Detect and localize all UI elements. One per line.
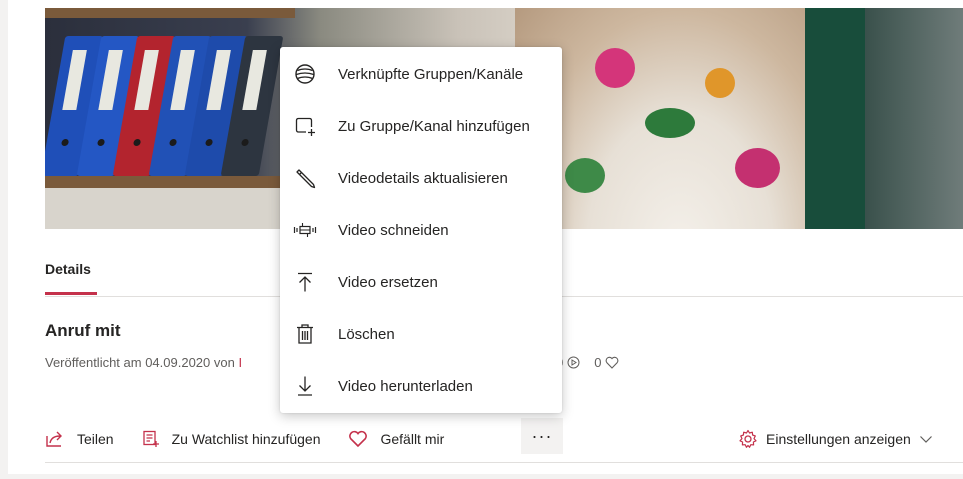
shelf-papers: [45, 188, 295, 229]
pencil-icon: [293, 166, 317, 190]
menu-item-label: Zu Gruppe/Kanal hinzufügen: [338, 117, 530, 135]
tab-active-indicator: [45, 292, 97, 295]
watchlist-label: Zu Watchlist hinzufügen: [171, 431, 321, 447]
settings-gear-icon: [738, 429, 758, 449]
menu-item-label: Video herunterladen: [338, 377, 473, 395]
trash-icon: [293, 322, 317, 346]
menu-item-add-to-group[interactable]: Zu Gruppe/Kanal hinzufügen: [280, 100, 562, 152]
trim-icon: [293, 218, 317, 242]
shelf-top: [45, 8, 295, 18]
settings-label: Einstellungen anzeigen: [766, 431, 911, 447]
menu-item-label: Video ersetzen: [338, 273, 438, 291]
share-button[interactable]: Teilen: [45, 430, 114, 448]
add-to-group-icon: [293, 114, 317, 138]
menu-item-linked-groups[interactable]: Verknüpfte Gruppen/Kanäle: [280, 48, 562, 100]
upload-replace-icon: [293, 270, 317, 294]
more-options-menu: Verknüpfte Gruppen/Kanäle Zu Gruppe/Kana…: [280, 47, 562, 413]
menu-item-update-details[interactable]: Videodetails aktualisieren: [280, 152, 562, 204]
action-bar: Teilen Zu Watchlist hinzufügen Gefällt m…: [45, 424, 472, 454]
watchlist-icon: [142, 430, 160, 448]
author-link[interactable]: I: [238, 355, 242, 370]
menu-item-label: Verknüpfte Gruppen/Kanäle: [338, 65, 524, 83]
person-figure: [515, 8, 845, 229]
divider: [45, 462, 963, 463]
download-icon: [293, 374, 317, 398]
heart-icon: [348, 430, 368, 448]
video-stats: 0 0: [556, 355, 619, 370]
view-settings-button[interactable]: Einstellungen anzeigen: [738, 424, 933, 454]
menu-item-download-video[interactable]: Video herunterladen: [280, 360, 562, 412]
share-icon: [45, 430, 65, 448]
background-door: [805, 8, 865, 229]
likes-count: 0: [594, 355, 602, 370]
menu-item-label: Videodetails aktualisieren: [338, 169, 508, 187]
video-title: Anruf mit: [45, 321, 121, 340]
like-button[interactable]: Gefällt mir: [348, 430, 444, 448]
linked-groups-icon: [293, 62, 317, 86]
more-options-button[interactable]: ···: [521, 418, 563, 454]
chevron-down-icon: [919, 434, 933, 444]
add-to-watchlist-button[interactable]: Zu Watchlist hinzufügen: [142, 430, 321, 448]
menu-item-label: Löschen: [338, 325, 395, 343]
tab-details[interactable]: Details: [45, 261, 91, 277]
menu-item-replace-video[interactable]: Video ersetzen: [280, 256, 562, 308]
menu-item-delete[interactable]: Löschen: [280, 308, 562, 360]
share-label: Teilen: [77, 431, 114, 447]
views-icon: [567, 356, 580, 369]
menu-item-trim-video[interactable]: Video schneiden: [280, 204, 562, 256]
shelf-middle: [45, 176, 295, 188]
published-label: Veröffentlicht am 04.09.2020 von: [45, 355, 235, 370]
menu-item-label: Video schneiden: [338, 221, 449, 239]
likes-heart-icon: [605, 356, 619, 369]
published-info: Veröffentlicht am 04.09.2020 von I: [45, 355, 242, 370]
like-label: Gefällt mir: [380, 431, 445, 447]
